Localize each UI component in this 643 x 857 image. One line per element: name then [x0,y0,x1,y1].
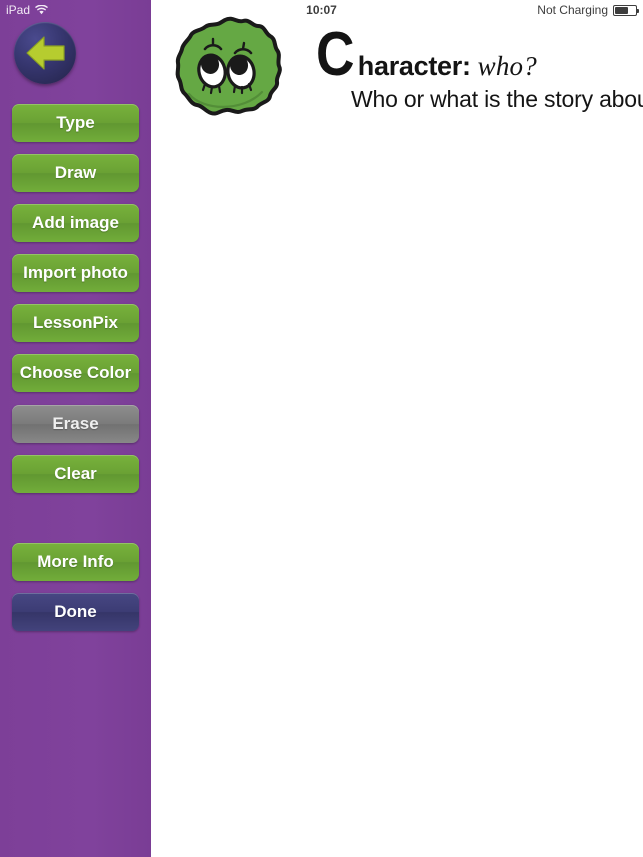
app-root: Type Draw Add image Import photo LessonP… [0,0,643,857]
choose-color-button[interactable]: Choose Color [12,354,139,392]
add-image-button[interactable]: Add image [12,204,139,242]
back-button[interactable] [14,22,76,84]
prompt-block: C haracter: who? Who or what is the stor… [316,20,643,113]
draw-button[interactable]: Draw [12,154,139,192]
more-info-button[interactable]: More Info [12,543,139,581]
clear-button[interactable]: Clear [12,455,139,493]
prompt-subtitle: Who or what is the story about? [351,86,643,112]
erase-button[interactable]: Erase [12,405,139,443]
done-button[interactable]: Done [12,593,139,631]
title-dropcap: C [316,20,355,89]
type-button[interactable]: Type [12,104,139,142]
back-arrow-icon [26,36,65,70]
green-fuzzy-monster-icon [165,16,285,134]
story-canvas[interactable]: C haracter: who? Who or what is the stor… [151,0,643,857]
import-photo-button[interactable]: Import photo [12,254,139,292]
lessonpix-button[interactable]: LessonPix [12,304,139,342]
title-question-word: who? [477,51,537,81]
page-title: C haracter: who? [316,20,636,89]
sidebar: Type Draw Add image Import photo LessonP… [0,0,151,857]
title-word: haracter: [357,51,471,81]
